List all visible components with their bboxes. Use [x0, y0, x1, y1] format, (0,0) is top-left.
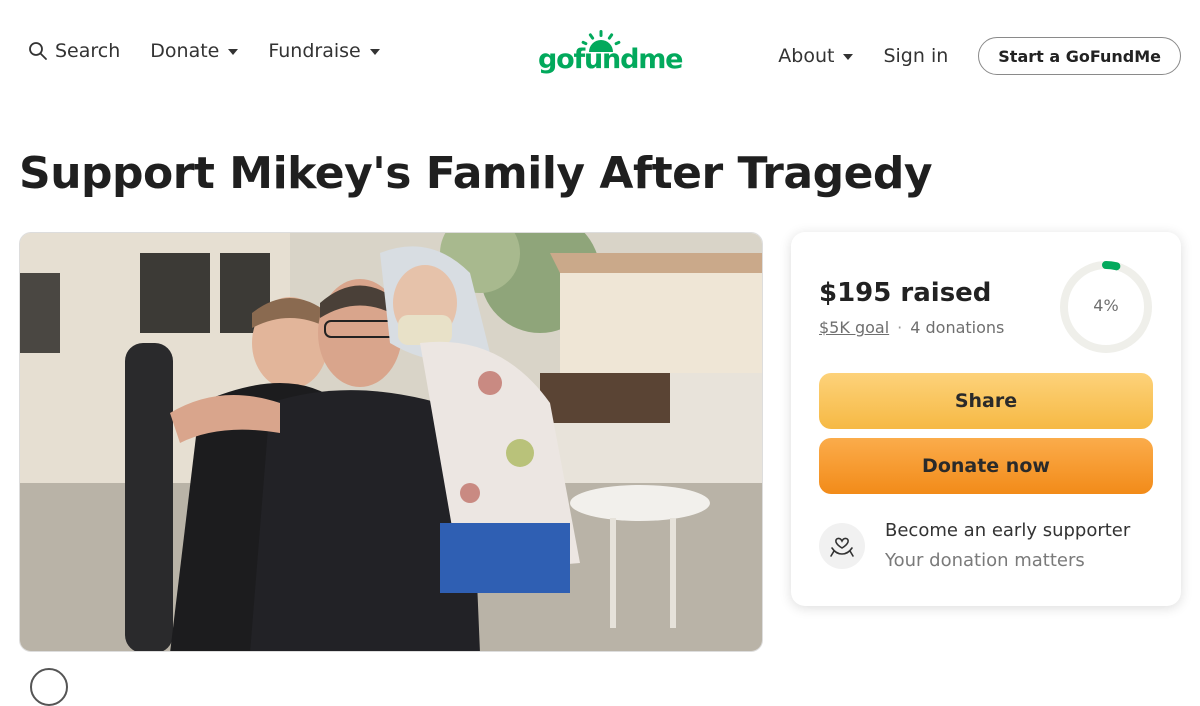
early-supporter-row: Become an early supporter Your donation … — [819, 520, 1130, 571]
goal-row: $5K goal · 4 donations — [819, 318, 1004, 337]
chevron-down-icon — [843, 54, 854, 60]
donate-now-button[interactable]: Donate now — [819, 438, 1153, 494]
chevron-down-icon — [369, 49, 380, 55]
supporter-subtitle: Your donation matters — [885, 550, 1085, 571]
nav-left-group: Search Donate Fundraise — [28, 40, 380, 62]
donation-count: 4 donations — [910, 318, 1005, 337]
share-button[interactable]: Share — [819, 373, 1153, 429]
logo-wordmark: gofundme — [538, 44, 683, 75]
search-button[interactable]: Search — [28, 40, 120, 62]
donate-menu[interactable]: Donate — [150, 40, 239, 62]
separator-dot: · — [897, 318, 903, 337]
sign-in-link[interactable]: Sign in — [883, 45, 948, 67]
photo-illustration — [20, 233, 762, 651]
nav-right-group: About Sign in Start a GoFundMe — [778, 37, 1181, 75]
goal-link[interactable]: $5K goal — [819, 318, 889, 337]
progress-percent: 4% — [1093, 296, 1119, 315]
sign-in-label: Sign in — [883, 45, 949, 67]
chevron-down-icon — [228, 49, 239, 55]
donate-menu-label: Donate — [150, 40, 220, 62]
search-icon — [29, 42, 47, 60]
supporter-text: Become an early supporter Your donation … — [885, 520, 1130, 571]
fundraise-menu[interactable]: Fundraise — [268, 40, 380, 62]
heart-hands-icon — [819, 522, 865, 569]
about-menu[interactable]: About — [778, 45, 854, 67]
donation-card: $195 raised $5K goal · 4 donations 4% Sh… — [791, 232, 1181, 606]
about-menu-label: About — [778, 45, 835, 67]
search-label: Search — [55, 40, 121, 62]
start-gofundme-button[interactable]: Start a GoFundMe — [978, 37, 1181, 75]
fundraise-menu-label: Fundraise — [268, 40, 361, 62]
amount-raised: $195 raised — [819, 278, 992, 308]
supporter-title: Become an early supporter — [885, 520, 1131, 541]
gofundme-logo[interactable]: gofundme — [536, 30, 683, 82]
campaign-photo[interactable] — [19, 232, 763, 652]
top-navigation: Search Donate Fundraise gofundme About S… — [0, 0, 1200, 112]
page-title: Support Mikey's Family After Tragedy — [19, 148, 933, 199]
